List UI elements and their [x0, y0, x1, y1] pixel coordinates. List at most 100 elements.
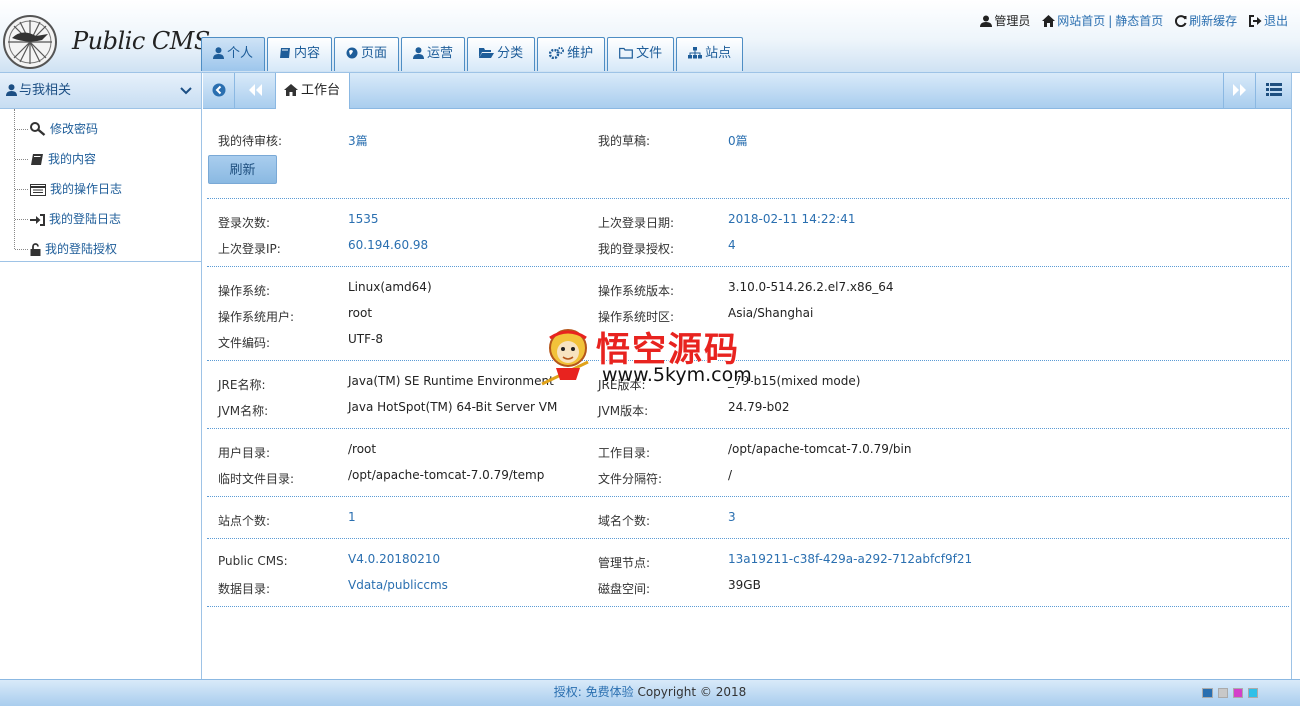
- sidebar-item-my-content[interactable]: 我的内容: [0, 144, 201, 174]
- info-row: 操作系统: Linux(amd64) 操作系统版本: 3.10.0-514.26…: [207, 275, 1289, 301]
- sidebar: 与我相关 修改密码 我的内容 我的操作日志 我的登陆日志 我的登陆授权: [0, 73, 202, 679]
- tab-bar: 工作台: [203, 73, 1291, 109]
- field-value: 3.10.0-514.26.2.el7.x86_64: [728, 280, 894, 294]
- nav-tab-maintain[interactable]: 维护: [537, 37, 606, 71]
- theme-default-swatch[interactable]: [1202, 688, 1213, 698]
- field-label: 我的待审核:: [218, 134, 283, 148]
- user-icon: [980, 15, 993, 27]
- field-label: 管理节点:: [598, 556, 651, 570]
- lock-icon: [30, 243, 41, 256]
- list-icon: [30, 184, 46, 196]
- refresh-button[interactable]: 刷新: [208, 155, 277, 184]
- key-icon: [30, 122, 46, 136]
- field-value[interactable]: 3篇: [348, 132, 368, 149]
- nav-tab-site[interactable]: 站点: [676, 37, 744, 71]
- field-label: 用户目录:: [218, 446, 271, 460]
- license-label: 授权:: [553, 685, 582, 699]
- site-home-label: 网站首页: [1057, 14, 1106, 28]
- theme-switcher: [1197, 688, 1258, 698]
- field-value: 1535: [348, 212, 379, 226]
- field-value: 60.194.60.98: [348, 238, 429, 252]
- field-value: Vdata/publiccms: [348, 578, 448, 592]
- logout-link[interactable]: 退出: [1248, 12, 1288, 29]
- double-right-icon: [1232, 84, 1246, 96]
- field-value: Linux(amd64): [348, 280, 432, 294]
- scroll-left-button[interactable]: [239, 73, 271, 108]
- home-icon: [284, 84, 298, 96]
- section-drafts: 我的待审核: 3篇 我的草稿: 0篇 刷新: [207, 109, 1289, 199]
- home-icon: [1042, 15, 1056, 27]
- tab-list-button[interactable]: [1255, 73, 1291, 108]
- field-label: 上次登录日期:: [598, 216, 675, 230]
- theme-purple-swatch[interactable]: [1233, 688, 1243, 698]
- globe-icon: [346, 47, 358, 59]
- info-row: 数据目录: Vdata/publiccms 磁盘空间: 39GB: [207, 573, 1289, 599]
- tab-workbench[interactable]: 工作台: [275, 73, 351, 109]
- field-label: JRE名称:: [218, 378, 266, 392]
- logout-label: 退出: [1263, 14, 1288, 28]
- theme-cyan-swatch[interactable]: [1248, 688, 1258, 698]
- field-label: 文件编码:: [218, 336, 271, 350]
- circle-chevron-left-icon: [212, 83, 225, 97]
- logo-icon: [3, 15, 57, 69]
- back-button[interactable]: [203, 73, 235, 108]
- nav-tab-operation[interactable]: 运营: [401, 37, 466, 71]
- field-label: 域名个数:: [598, 514, 651, 528]
- nav-tab-label: 内容: [294, 46, 321, 61]
- field-value: /opt/apache-tomcat-7.0.79/temp: [348, 468, 545, 482]
- field-label: JVM名称:: [218, 404, 269, 418]
- user-icon: [6, 84, 17, 96]
- nav-tab-label: 文件: [636, 46, 663, 61]
- field-value: 1: [348, 510, 356, 524]
- sidebar-item-login-auth[interactable]: 我的登陆授权: [0, 234, 201, 264]
- nav-tab-label: 站点: [705, 46, 732, 61]
- sidebar-item-change-password[interactable]: 修改密码: [0, 114, 201, 144]
- info-row: 站点个数: 1 域名个数: 3: [207, 505, 1289, 531]
- field-label: JVM版本:: [598, 404, 649, 418]
- field-label: 操作系统版本:: [598, 284, 675, 298]
- nav-tab-label: 维护: [567, 46, 594, 61]
- field-value: /root: [348, 442, 377, 456]
- sidebar-header[interactable]: 与我相关: [0, 73, 201, 109]
- field-label: 工作目录:: [598, 446, 651, 460]
- section-sites: 站点个数: 1 域名个数: 3: [207, 497, 1289, 539]
- sidebar-item-label: 我的登陆授权: [45, 242, 118, 256]
- refresh-cache-link[interactable]: 刷新缓存: [1175, 12, 1237, 29]
- sidebar-item-label: 我的登陆日志: [49, 212, 122, 226]
- info-row: 临时文件目录: /opt/apache-tomcat-7.0.79/temp 文…: [207, 463, 1289, 489]
- site-home-link[interactable]: 网站首页: [1042, 12, 1105, 29]
- nav-tab-category[interactable]: 分类: [467, 37, 536, 71]
- monkey-mascot-icon: [541, 329, 589, 386]
- list-icon: [1265, 83, 1282, 96]
- field-label: 操作系统用户:: [218, 310, 295, 324]
- section-directories: 用户目录: /root 工作目录: /opt/apache-tomcat-7.0…: [207, 429, 1289, 497]
- admin-user[interactable]: 管理员: [980, 12, 1030, 29]
- field-value: Java HotSpot(TM) 64-Bit Server VM: [348, 400, 558, 414]
- nav-tab-page[interactable]: 页面: [334, 37, 400, 71]
- nav-tab-personal[interactable]: 个人: [201, 37, 266, 71]
- sidebar-item-label: 修改密码: [50, 122, 99, 136]
- sign-out-icon: [1248, 15, 1262, 27]
- field-value: Java(TM) SE Runtime Environment: [348, 374, 554, 388]
- sidebar-item-login-log[interactable]: 我的登陆日志: [0, 204, 201, 234]
- sitemap-icon: [688, 47, 703, 59]
- info-row: 用户目录: /root 工作目录: /opt/apache-tomcat-7.0…: [207, 437, 1289, 463]
- chevron-down-icon[interactable]: [180, 73, 192, 108]
- nav-tab-file[interactable]: 文件: [607, 37, 675, 71]
- refresh-cache-label: 刷新缓存: [1189, 14, 1238, 28]
- static-home-link[interactable]: 静态首页: [1115, 12, 1163, 29]
- license-link[interactable]: 免费体验: [586, 685, 634, 699]
- nav-tab-content[interactable]: 内容: [267, 37, 333, 71]
- app-root: Public CMS 管理员 网站首页 | 静态首页 刷新缓存 退出 个人 内容 页面 运…: [0, 0, 1300, 706]
- watermark: 悟空源码 www.5kym.com: [538, 318, 768, 390]
- field-value[interactable]: 0篇: [728, 132, 748, 149]
- info-row: 上次登录IP: 60.194.60.98 我的登录授权: 4: [207, 233, 1289, 259]
- scroll-right-button[interactable]: [1223, 73, 1255, 108]
- field-value: UTF-8: [348, 332, 383, 346]
- theme-silver-swatch[interactable]: [1218, 688, 1228, 698]
- refresh-icon: [1175, 15, 1187, 28]
- info-row: Public CMS: V4.0.20180210 管理节点: 13a19211…: [207, 547, 1289, 573]
- sidebar-item-operation-log[interactable]: 我的操作日志: [0, 174, 201, 204]
- gears-icon: [548, 47, 565, 60]
- section-cms: Public CMS: V4.0.20180210 管理节点: 13a19211…: [207, 539, 1289, 607]
